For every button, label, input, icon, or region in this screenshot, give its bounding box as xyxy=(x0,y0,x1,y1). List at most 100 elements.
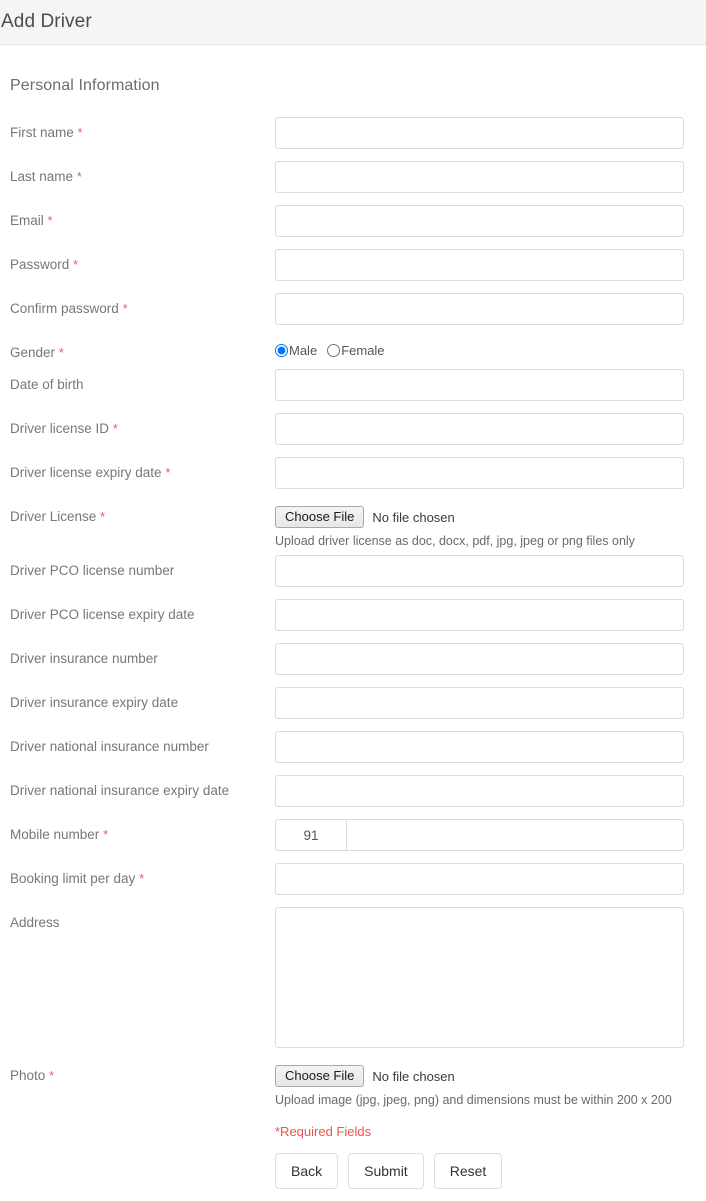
field-row-pco-expiry: Driver PCO license expiry date xyxy=(0,599,706,643)
driver-license-help-text: Upload driver license as doc, docx, pdf,… xyxy=(275,534,635,548)
insurance-number-input[interactable] xyxy=(275,643,684,675)
label-text-mobile-number: Mobile number xyxy=(10,827,100,842)
gender-radio-female[interactable] xyxy=(327,344,341,357)
field-password xyxy=(275,249,706,281)
photo-file-status: No file chosen xyxy=(372,1068,455,1084)
field-address xyxy=(275,907,706,1048)
driver-license-id-input[interactable] xyxy=(275,413,684,445)
email-input[interactable] xyxy=(275,205,684,237)
pco-number-input[interactable] xyxy=(275,555,684,587)
field-row-national-insurance-number: Driver national insurance number xyxy=(0,731,706,775)
field-pco-number xyxy=(275,555,706,587)
field-row-last-name: Last name * xyxy=(0,161,706,205)
submit-button[interactable]: Submit xyxy=(348,1153,424,1189)
label-driver-license-expiry: Driver license expiry date * xyxy=(0,457,275,481)
field-driver-license-id xyxy=(275,413,706,445)
label-pco-expiry: Driver PCO license expiry date xyxy=(0,599,275,623)
date-of-birth-input[interactable] xyxy=(275,369,684,401)
reset-button[interactable]: Reset xyxy=(433,1153,503,1189)
gender-radio-male[interactable] xyxy=(275,344,288,357)
page-header: Add Driver xyxy=(0,0,706,45)
required-asterisk-confirm-password: * xyxy=(122,301,128,316)
photo-choose-file-button[interactable]: Choose File xyxy=(275,1065,365,1087)
password-input[interactable] xyxy=(275,249,684,281)
field-row-photo: Photo * Choose File No file chosen Uploa… xyxy=(0,1060,706,1108)
label-password: Password * xyxy=(0,249,275,273)
label-text-photo: Photo xyxy=(10,1068,46,1083)
field-row-gender: Gender * Male Female xyxy=(0,337,706,369)
field-driver-license-file: Choose File No file chosen Upload driver… xyxy=(275,501,706,549)
back-button[interactable]: Back xyxy=(275,1153,339,1189)
field-driver-license-expiry xyxy=(275,457,706,489)
field-row-insurance-number: Driver insurance number xyxy=(0,643,706,687)
add-driver-form: First name * Last name * Email * Passwor… xyxy=(0,117,706,1201)
mobile-number-input[interactable] xyxy=(347,819,684,851)
label-text-gender: Gender xyxy=(10,345,56,360)
photo-help-text: Upload image (jpg, jpeg, png) and dimens… xyxy=(275,1093,672,1107)
required-asterisk-photo: * xyxy=(49,1068,55,1083)
first-name-input[interactable] xyxy=(275,117,684,149)
gender-option-female[interactable]: Female xyxy=(327,343,390,358)
field-row-national-insurance-expiry: Driver national insurance expiry date xyxy=(0,775,706,819)
field-row-confirm-password: Confirm password * xyxy=(0,293,706,337)
field-first-name xyxy=(275,117,706,149)
required-asterisk-mobile-number: * xyxy=(103,827,109,842)
label-gender: Gender * xyxy=(0,337,275,361)
field-row-booking-limit: Booking limit per day * xyxy=(0,863,706,907)
form-content: Personal Information First name * Last n… xyxy=(0,77,706,1201)
bottom-spacer xyxy=(0,1189,706,1201)
insurance-expiry-input[interactable] xyxy=(275,687,684,719)
label-text-confirm-password: Confirm password xyxy=(10,301,119,316)
gender-option-male[interactable]: Male xyxy=(275,343,323,358)
required-asterisk-driver-license-file: * xyxy=(100,509,106,524)
label-driver-license-file: Driver License * xyxy=(0,501,275,525)
required-asterisk-gender: * xyxy=(58,345,64,360)
field-insurance-number xyxy=(275,643,706,675)
action-button-row: Back Submit Reset xyxy=(275,1153,684,1189)
field-row-driver-license-file: Driver License * Choose File No file cho… xyxy=(0,501,706,549)
field-photo: Choose File No file chosen Upload image … xyxy=(275,1060,706,1108)
gender-label-male: Male xyxy=(289,343,318,358)
required-asterisk-booking-limit: * xyxy=(139,871,145,886)
label-text-address: Address xyxy=(10,915,60,930)
label-confirm-password: Confirm password * xyxy=(0,293,275,317)
field-mobile-number xyxy=(275,819,706,851)
footer-label-spacer xyxy=(0,1108,275,1116)
booking-limit-input[interactable] xyxy=(275,863,684,895)
label-email: Email * xyxy=(0,205,275,229)
label-national-insurance-number: Driver national insurance number xyxy=(0,731,275,755)
national-insurance-number-input[interactable] xyxy=(275,731,684,763)
form-actions: *Required Fields Back Submit Reset xyxy=(275,1108,706,1189)
field-insurance-expiry xyxy=(275,687,706,719)
required-asterisk-password: * xyxy=(73,257,79,272)
driver-license-choose-file-button[interactable]: Choose File xyxy=(275,506,365,528)
photo-file-row[interactable]: Choose File No file chosen xyxy=(275,1065,684,1087)
field-row-address: Address xyxy=(0,907,706,1060)
confirm-password-input[interactable] xyxy=(275,293,684,325)
field-row-email: Email * xyxy=(0,205,706,249)
field-row-mobile-number: Mobile number * xyxy=(0,819,706,863)
required-asterisk-first-name: * xyxy=(77,125,83,140)
field-row-first-name: First name * xyxy=(0,117,706,161)
label-text-driver-license-expiry: Driver license expiry date xyxy=(10,465,162,480)
label-text-pco-number: Driver PCO license number xyxy=(10,563,175,578)
national-insurance-expiry-input[interactable] xyxy=(275,775,684,807)
driver-license-expiry-input[interactable] xyxy=(275,457,684,489)
field-national-insurance-number xyxy=(275,731,706,763)
label-text-last-name: Last name xyxy=(10,169,74,184)
pco-expiry-input[interactable] xyxy=(275,599,684,631)
form-footer-row: *Required Fields Back Submit Reset xyxy=(0,1108,706,1189)
field-row-insurance-expiry: Driver insurance expiry date xyxy=(0,687,706,731)
label-pco-number: Driver PCO license number xyxy=(0,555,275,579)
required-asterisk-driver-license-id: * xyxy=(112,421,118,436)
label-booking-limit: Booking limit per day * xyxy=(0,863,275,887)
label-address: Address xyxy=(0,907,275,931)
label-text-driver-license-file: Driver License xyxy=(10,509,97,524)
driver-license-file-row[interactable]: Choose File No file chosen xyxy=(275,506,684,528)
section-title-personal-information: Personal Information xyxy=(10,77,160,94)
label-text-driver-license-id: Driver license ID xyxy=(10,421,110,436)
gender-label-female: Female xyxy=(341,343,385,358)
last-name-input[interactable] xyxy=(275,161,684,193)
address-textarea[interactable] xyxy=(275,907,684,1048)
mobile-country-code-input[interactable] xyxy=(275,819,347,851)
